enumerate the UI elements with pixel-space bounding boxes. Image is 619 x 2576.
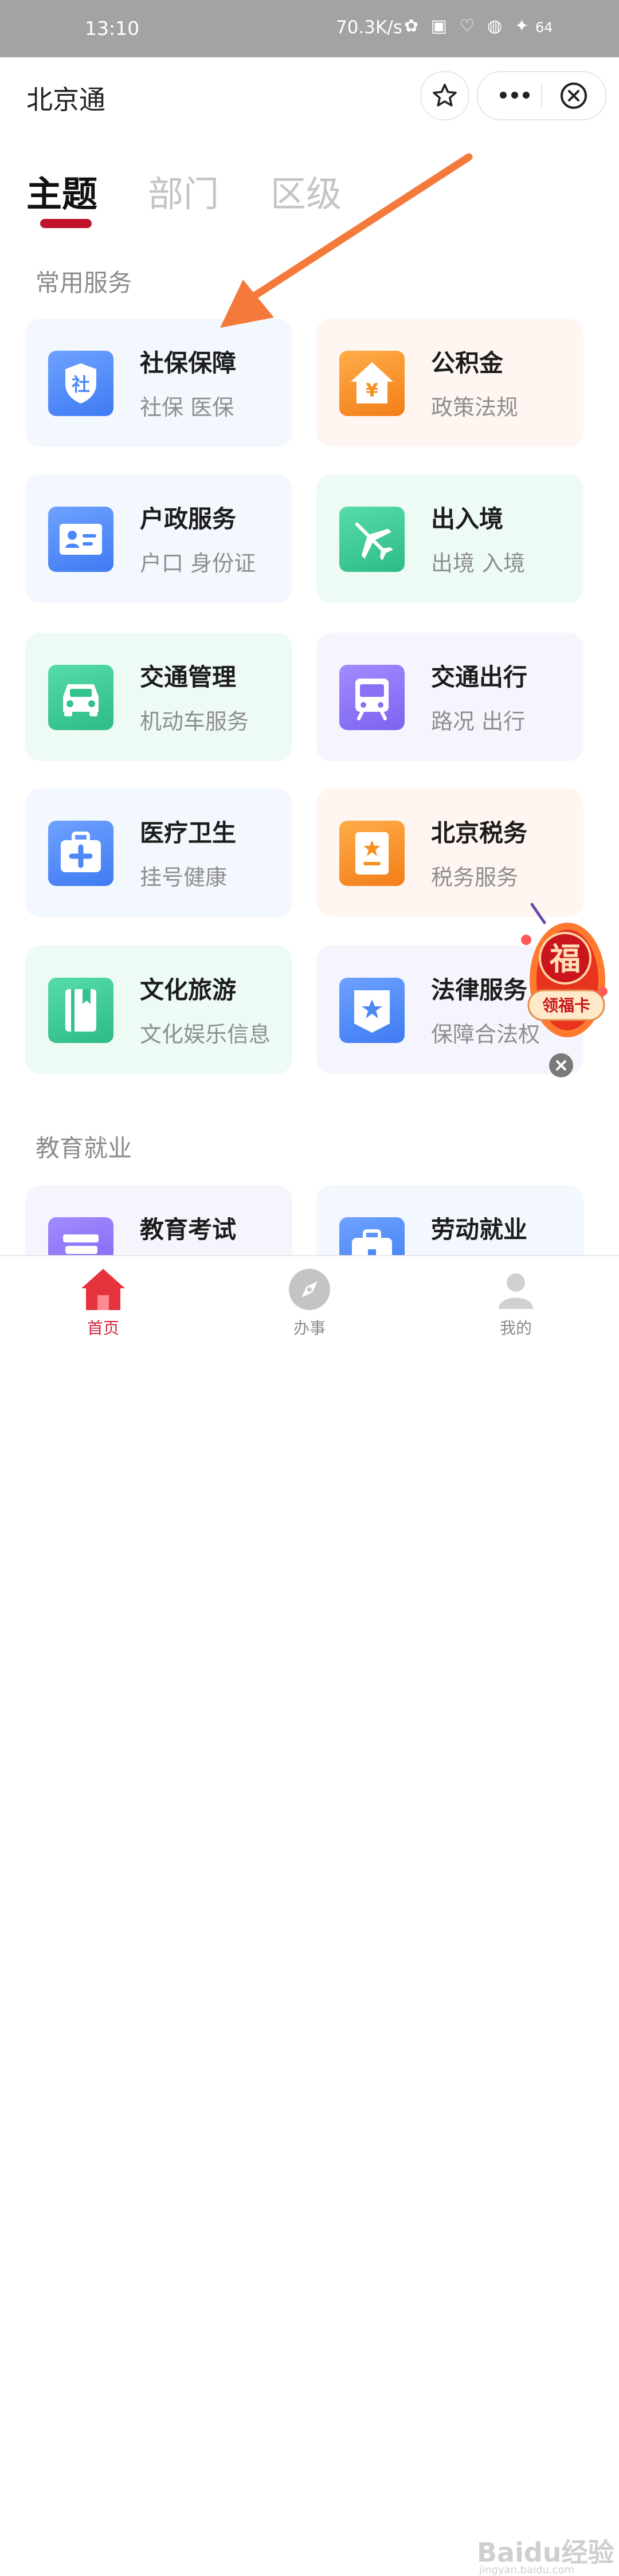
service-card-transit[interactable]: 交通出行 路况 出行 (316, 633, 583, 761)
nav-label: 首页 (87, 1319, 119, 1338)
service-title: 医疗卫生 (140, 819, 237, 847)
nav-label: 我的 (499, 1319, 532, 1338)
svg-text:福: 福 (549, 940, 581, 977)
service-title: 文化旅游 (140, 976, 237, 1004)
service-card-culture-tourism[interactable]: 文化旅游 文化娱乐信息 (25, 946, 292, 1074)
tax-document-icon (339, 821, 405, 886)
user-icon (499, 1273, 533, 1309)
service-title: 出入境 (431, 505, 504, 533)
service-subtitle: 文化娱乐信息 (140, 1022, 271, 1047)
service-card-medical[interactable]: 医疗卫生 挂号健康 (25, 789, 292, 917)
service-title: 交通管理 (140, 663, 237, 691)
nav-home[interactable]: 首页 (46, 1256, 160, 1342)
section-title-education: 教育就业 (36, 1134, 132, 1162)
law-badge-icon (339, 978, 405, 1043)
car-icon (48, 665, 113, 730)
annotation-arrow (220, 153, 473, 328)
service-subtitle: 路况 出行 (431, 709, 526, 734)
service-title: 教育考试 (140, 1216, 237, 1244)
bus-icon (339, 665, 405, 730)
compass-icon (289, 1269, 330, 1310)
service-subtitle: 税务服务 (431, 865, 519, 890)
service-card-tax[interactable]: 北京税务 税务服务 (316, 789, 583, 917)
book-icon (48, 978, 113, 1043)
service-title: 北京税务 (431, 819, 528, 847)
home-icon (81, 1269, 125, 1310)
service-subtitle: 挂号健康 (140, 865, 228, 890)
nav-services[interactable]: 办事 (252, 1256, 367, 1342)
close-icon (556, 1060, 566, 1071)
service-title: 法律服务 (431, 976, 528, 1004)
watermark-url: jingyan.baidu.com (479, 2564, 575, 2576)
promo-close-button[interactable] (549, 1053, 573, 1077)
medical-kit-icon (48, 821, 113, 886)
svg-text:领福卡: 领福卡 (542, 996, 590, 1015)
bottom-nav: 首页 办事 我的 Baidu经验 jingyan.baidu.com (0, 1255, 619, 2576)
service-subtitle: 出境 入境 (431, 551, 526, 576)
id-card-icon (48, 507, 113, 572)
service-card-exit-entry[interactable]: 出入境 出境 入境 (316, 475, 583, 603)
service-card-traffic-management[interactable]: 交通管理 机动车服务 (25, 633, 292, 761)
lantern-icon: 福 领福卡 (521, 903, 608, 1037)
nav-profile[interactable]: 我的 (459, 1256, 573, 1342)
airplane-icon (339, 507, 405, 572)
service-title: 户政服务 (140, 505, 237, 533)
service-title: 交通出行 (431, 663, 528, 691)
service-subtitle: 户口 身份证 (140, 551, 256, 576)
service-title: 劳动就业 (431, 1216, 528, 1244)
fu-card-promo[interactable]: 福 领福卡 (516, 900, 613, 1072)
service-card-household[interactable]: 户政服务 户口 身份证 (25, 475, 292, 603)
nav-label: 办事 (293, 1319, 326, 1338)
service-subtitle: 机动车服务 (140, 709, 249, 734)
